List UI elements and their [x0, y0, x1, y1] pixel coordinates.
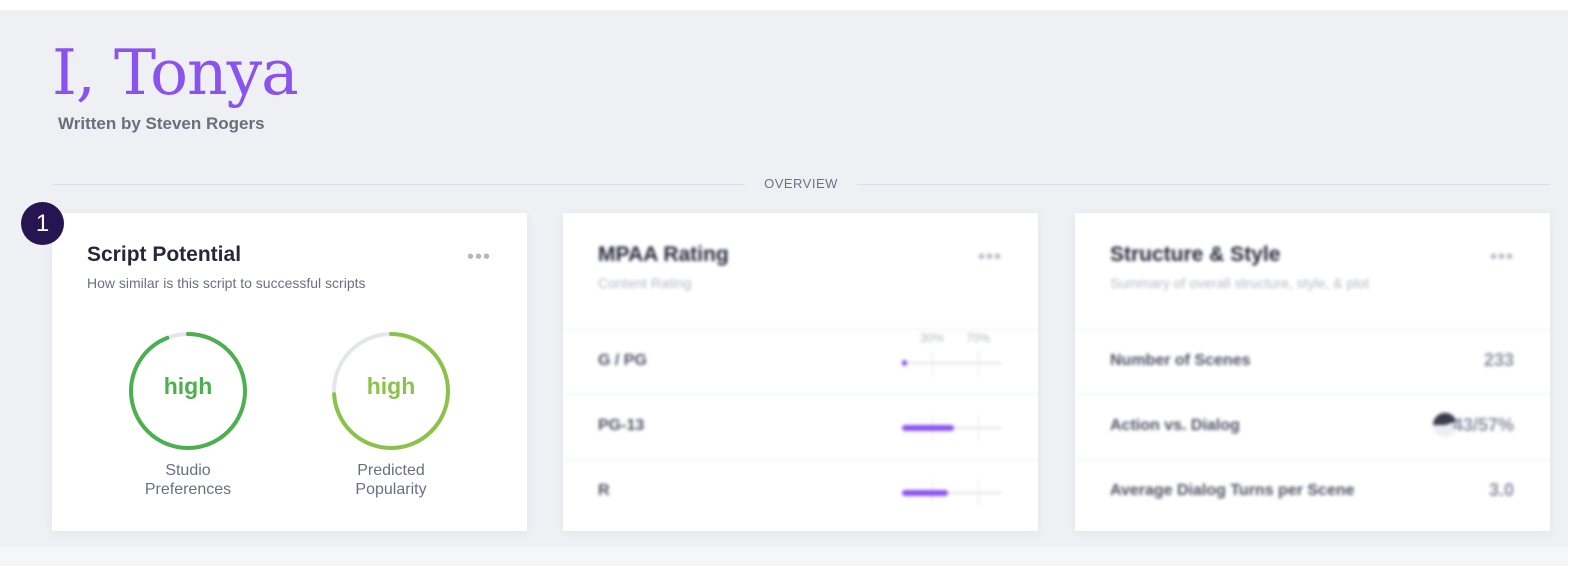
gauge-label-line: Preferences — [144, 481, 232, 498]
rating-name: PG-13 — [598, 417, 645, 434]
card-title: Script Potential — [87, 243, 242, 266]
rating-row: PG-13 — [563, 394, 1038, 460]
stat-value: 43/57% — [1452, 415, 1514, 435]
stat-value: 3.0 — [1488, 480, 1514, 500]
rating-name: G / PG — [598, 352, 647, 369]
stat-row: Average Dialog Turns per Scene 3.0 — [1075, 459, 1550, 525]
studio-preferences-gauge: high Studio Preferences — [126, 329, 250, 499]
tick-mark — [932, 350, 933, 376]
rating-bar — [902, 350, 1002, 376]
tick-mark — [978, 480, 979, 506]
rating-bar-fill — [902, 425, 954, 431]
script-potential-card: Script Potential How similar is this scr… — [52, 213, 527, 531]
rating-row: G / PG — [563, 329, 1038, 395]
more-options-icon[interactable]: ••• — [978, 247, 1002, 267]
section-divider-right — [857, 184, 1550, 185]
mpaa-rating-card: MPAA Rating Content Rating ••• 30% 70% G… — [563, 213, 1038, 531]
tick-mark — [978, 415, 979, 441]
section-label: OVERVIEW — [764, 176, 838, 191]
stat-name: Number of Scenes — [1110, 352, 1251, 369]
section-divider-left — [52, 184, 745, 185]
gauge-label-line: Predicted — [357, 462, 425, 479]
card-subtitle: Summary of overall structure, style, & p… — [1110, 275, 1370, 291]
script-title: I, Tonya — [52, 36, 299, 109]
step-badge: 1 — [21, 202, 64, 245]
tick-mark — [978, 350, 979, 376]
stat-value: 233 — [1483, 350, 1514, 370]
rating-name: R — [598, 482, 610, 499]
structure-style-card: Structure & Style Summary of overall str… — [1075, 213, 1550, 531]
gauge-label: Predicted Popularity — [329, 461, 453, 499]
stat-name: Average Dialog Turns per Scene — [1110, 482, 1355, 499]
script-author: Written by Steven Rogers — [58, 114, 265, 133]
rating-bar-fill — [902, 360, 907, 366]
card-title: Structure & Style — [1110, 243, 1281, 266]
more-options-icon[interactable]: ••• — [467, 247, 491, 267]
card-subtitle: How similar is this script to successful… — [87, 275, 366, 291]
rating-bar — [902, 415, 1002, 441]
gauge-value: high — [366, 373, 416, 399]
more-options-icon[interactable]: ••• — [1490, 247, 1514, 267]
stat-row: Action vs. Dialog 43/57% — [1075, 394, 1550, 460]
card-title: MPAA Rating — [598, 243, 729, 266]
card-subtitle: Content Rating — [598, 275, 692, 291]
predicted-popularity-gauge: high Predicted Popularity — [329, 329, 453, 499]
next-section-edge — [0, 546, 1568, 566]
stat-name: Action vs. Dialog — [1110, 417, 1240, 434]
rating-row: R — [563, 459, 1038, 525]
rating-bar-fill — [902, 490, 948, 496]
gauge-value: high — [163, 373, 213, 399]
gauge-label-line: Popularity — [355, 481, 427, 498]
stat-row: Number of Scenes 233 — [1075, 329, 1550, 395]
gauge-label-line: Studio — [165, 462, 211, 479]
rating-bar — [902, 480, 1002, 506]
gauge-label: Studio Preferences — [126, 461, 250, 499]
